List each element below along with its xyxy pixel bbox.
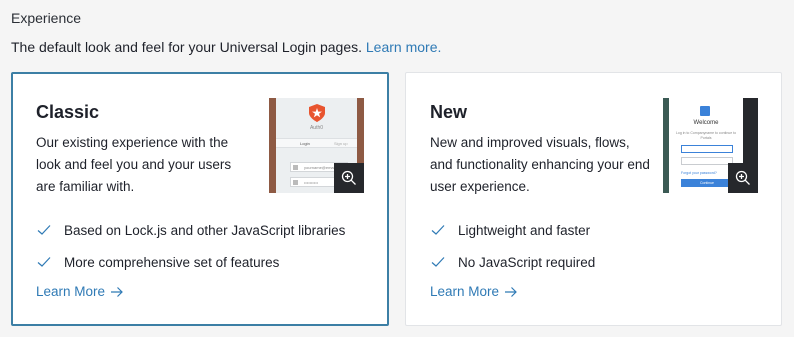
lock-icon [293,180,298,185]
feature-item: Lightweight and faster [430,214,595,246]
check-icon [431,225,445,235]
feature-item: Based on Lock.js and other JavaScript li… [36,214,345,246]
zoom-in-icon[interactable] [728,163,758,193]
learn-more-button[interactable]: Learn More [36,284,124,299]
experience-card-new[interactable]: New New and improved visuals, flows, and… [405,72,782,326]
card-title: New [430,102,468,122]
section-description-text: The default look and feel for your Unive… [11,39,362,55]
learn-more-label: Learn More [430,284,500,299]
learn-more-button[interactable]: Learn More [430,284,518,299]
check-icon [37,257,51,267]
zoom-in-icon[interactable] [334,163,364,193]
preview-email-field [681,145,733,153]
mail-icon [293,165,298,170]
preview-tabs: Login Sign up [276,138,357,148]
arrow-right-icon [505,286,517,297]
experience-card-classic[interactable]: Classic Our existing experience with the… [11,72,389,326]
shield-logo-icon [309,104,325,122]
learn-more-link[interactable]: Learn more. [366,39,441,55]
section-description: The default look and feel for your Unive… [11,39,441,55]
card-description: Our existing experience with the look an… [36,135,232,194]
feature-text: No JavaScript required [458,254,596,270]
check-icon [431,257,445,267]
check-icon [37,225,51,235]
feature-list: Lightweight and faster No JavaScript req… [430,214,595,278]
feature-list: Based on Lock.js and other JavaScript li… [36,214,345,278]
preview-password-field [681,157,733,165]
preview-continue-button: Continue [681,179,733,187]
app-logo-icon [700,106,710,116]
preview-brand: Auth0 [309,125,324,131]
arrow-right-icon [111,286,123,297]
preview-forgot-link: Forgot your password? [681,171,717,175]
feature-item: More comprehensive set of features [36,246,345,278]
learn-more-label: Learn More [36,284,106,299]
preview-tab-signup: Sign up [334,141,348,146]
card-description: New and improved visuals, flows, and fun… [430,135,650,194]
feature-item: No JavaScript required [430,246,595,278]
feature-text: Based on Lock.js and other JavaScript li… [64,222,346,238]
section-title: Experience [11,10,82,26]
feature-text: More comprehensive set of features [64,254,280,270]
preview-tab-login: Login [300,141,310,146]
preview-welcome: Welcome [693,120,719,126]
new-preview-thumbnail[interactable]: Welcome Log in to Companyname to continu… [663,98,758,193]
preview-subtitle: Log in to Companyname to continue to Por… [675,131,737,140]
card-title: Classic [36,102,100,122]
feature-text: Lightweight and faster [458,222,591,238]
classic-preview-thumbnail[interactable]: Auth0 Login Sign up yourname@email.com •… [269,98,364,193]
preview-password-text: •••••••••• [304,180,319,185]
